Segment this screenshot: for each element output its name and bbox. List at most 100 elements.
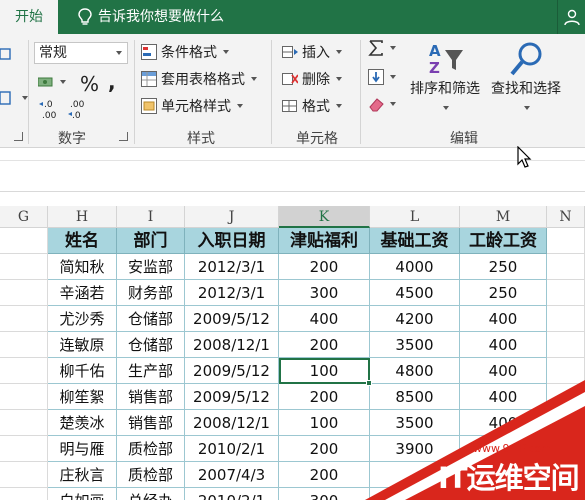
column-header-g[interactable]: G xyxy=(0,206,48,228)
sheet-cell[interactable] xyxy=(0,436,48,462)
table-cell[interactable]: 3500 xyxy=(370,332,460,358)
table-cell[interactable]: 300 xyxy=(279,488,370,500)
table-cell[interactable]: 2012/3/1 xyxy=(185,280,279,306)
decrease-decimal-button[interactable]: .00 .0 xyxy=(66,98,90,120)
sheet-cell[interactable] xyxy=(547,228,585,254)
table-cell[interactable]: 2010/2/1 xyxy=(185,436,279,462)
table-cell[interactable]: 2009/5/12 xyxy=(185,358,279,384)
find-select-button[interactable]: 查找和选择 xyxy=(486,40,566,114)
sheet-cell[interactable] xyxy=(547,280,585,306)
autosum-button[interactable] xyxy=(368,40,396,56)
sheet-cell[interactable] xyxy=(0,332,48,358)
column-header-k[interactable]: K xyxy=(279,206,370,228)
sheet-cell[interactable] xyxy=(0,488,48,500)
table-header-cell[interactable]: 工龄工资 xyxy=(460,228,547,254)
table-cell[interactable]: 200 xyxy=(279,436,370,462)
table-cell[interactable]: 2007/4/3 xyxy=(185,462,279,488)
table-header-cell[interactable]: 津贴福利 xyxy=(279,228,370,254)
conditional-format-button[interactable]: 条件格式 xyxy=(141,42,229,62)
account-button[interactable] xyxy=(557,0,585,34)
table-cell[interactable]: 2008/12/1 xyxy=(185,332,279,358)
number-format-select[interactable]: 常规 xyxy=(34,42,128,64)
table-cell[interactable]: 250 xyxy=(460,254,547,280)
table-cell[interactable]: 柳千佑 xyxy=(48,358,117,384)
table-cell[interactable]: 质检部 xyxy=(117,462,185,488)
number-launcher-icon[interactable] xyxy=(119,132,128,141)
table-cell[interactable]: 总经办 xyxy=(117,488,185,500)
table-cell[interactable]: 2009/5/12 xyxy=(185,306,279,332)
sheet-cell[interactable] xyxy=(0,358,48,384)
clipboard-remnant[interactable] xyxy=(0,46,16,62)
table-cell[interactable]: 2010/2/1 xyxy=(185,488,279,500)
sheet-cell[interactable] xyxy=(0,462,48,488)
sheet-cell[interactable] xyxy=(0,228,48,254)
sheet-cell[interactable] xyxy=(0,306,48,332)
table-cell[interactable]: 销售部 xyxy=(117,410,185,436)
column-header-l[interactable]: L xyxy=(370,206,460,228)
table-cell[interactable]: 白如画 xyxy=(48,488,117,500)
table-header-cell[interactable]: 姓名 xyxy=(48,228,117,254)
table-cell[interactable]: 柳笙絮 xyxy=(48,384,117,410)
column-header-i[interactable]: I xyxy=(117,206,185,228)
table-cell[interactable]: 400 xyxy=(460,332,547,358)
table-cell[interactable]: 辛涵若 xyxy=(48,280,117,306)
format-as-table-button[interactable]: 套用表格格式 xyxy=(141,69,257,89)
column-header-j[interactable]: J xyxy=(185,206,279,228)
table-cell[interactable]: 连敏原 xyxy=(48,332,117,358)
alignment-launcher-icon[interactable] xyxy=(14,132,23,141)
table-cell[interactable]: 仓储部 xyxy=(117,306,185,332)
tab-home[interactable]: 开始 xyxy=(0,0,58,35)
column-header-n[interactable]: N xyxy=(547,206,585,228)
clipboard-remnant-2[interactable] xyxy=(0,90,28,106)
sheet-cell[interactable] xyxy=(547,306,585,332)
table-cell[interactable]: 250 xyxy=(460,280,547,306)
table-cell[interactable]: 2009/5/12 xyxy=(185,384,279,410)
table-cell[interactable]: 100 xyxy=(279,410,370,436)
table-cell[interactable]: 400 xyxy=(460,306,547,332)
sheet-cell[interactable] xyxy=(0,410,48,436)
delete-button[interactable]: 删除 xyxy=(282,69,342,89)
table-cell[interactable]: 简知秋 xyxy=(48,254,117,280)
sort-filter-button[interactable]: A Z 排序和筛选 xyxy=(405,40,485,114)
active-cell[interactable]: 100 xyxy=(279,358,370,384)
table-header-cell[interactable]: 入职日期 xyxy=(185,228,279,254)
sheet-cell[interactable] xyxy=(0,254,48,280)
sheet-cell[interactable] xyxy=(0,384,48,410)
table-cell[interactable]: 4500 xyxy=(370,280,460,306)
table-cell[interactable]: 财务部 xyxy=(117,280,185,306)
table-cell[interactable]: 200 xyxy=(279,462,370,488)
increase-decimal-button[interactable]: .0 .00 xyxy=(38,98,62,120)
table-header-cell[interactable]: 部门 xyxy=(117,228,185,254)
format-button[interactable]: 格式 xyxy=(282,96,342,116)
cell-styles-button[interactable]: 单元格样式 xyxy=(141,96,243,116)
table-cell[interactable]: 4000 xyxy=(370,254,460,280)
table-cell[interactable]: 4200 xyxy=(370,306,460,332)
table-cell[interactable]: 质检部 xyxy=(117,436,185,462)
table-cell[interactable]: 200 xyxy=(279,384,370,410)
currency-button[interactable] xyxy=(38,74,66,90)
table-cell[interactable]: 200 xyxy=(279,254,370,280)
table-cell[interactable]: 2008/12/1 xyxy=(185,410,279,436)
table-header-cell[interactable]: 基础工资 xyxy=(370,228,460,254)
comma-button[interactable]: , xyxy=(108,70,116,94)
sheet-cell[interactable] xyxy=(547,254,585,280)
sheet-cell[interactable] xyxy=(0,280,48,306)
table-cell[interactable]: 仓储部 xyxy=(117,332,185,358)
sheet-cell[interactable] xyxy=(547,332,585,358)
table-cell[interactable]: 300 xyxy=(279,280,370,306)
percent-button[interactable]: % xyxy=(80,72,99,96)
tell-me-box[interactable]: 告诉我你想要做什么 xyxy=(78,0,224,34)
table-cell[interactable]: 安监部 xyxy=(117,254,185,280)
fill-button[interactable] xyxy=(368,69,396,85)
table-cell[interactable]: 楚羡冰 xyxy=(48,410,117,436)
clear-button[interactable] xyxy=(368,96,396,112)
table-cell[interactable]: 400 xyxy=(279,306,370,332)
table-cell[interactable]: 明与雁 xyxy=(48,436,117,462)
column-header-m[interactable]: M xyxy=(460,206,547,228)
table-cell[interactable]: 200 xyxy=(279,332,370,358)
table-cell[interactable]: 销售部 xyxy=(117,384,185,410)
column-header-h[interactable]: H xyxy=(48,206,117,228)
table-cell[interactable]: 生产部 xyxy=(117,358,185,384)
table-cell[interactable]: 庄秋言 xyxy=(48,462,117,488)
table-cell[interactable]: 2012/3/1 xyxy=(185,254,279,280)
